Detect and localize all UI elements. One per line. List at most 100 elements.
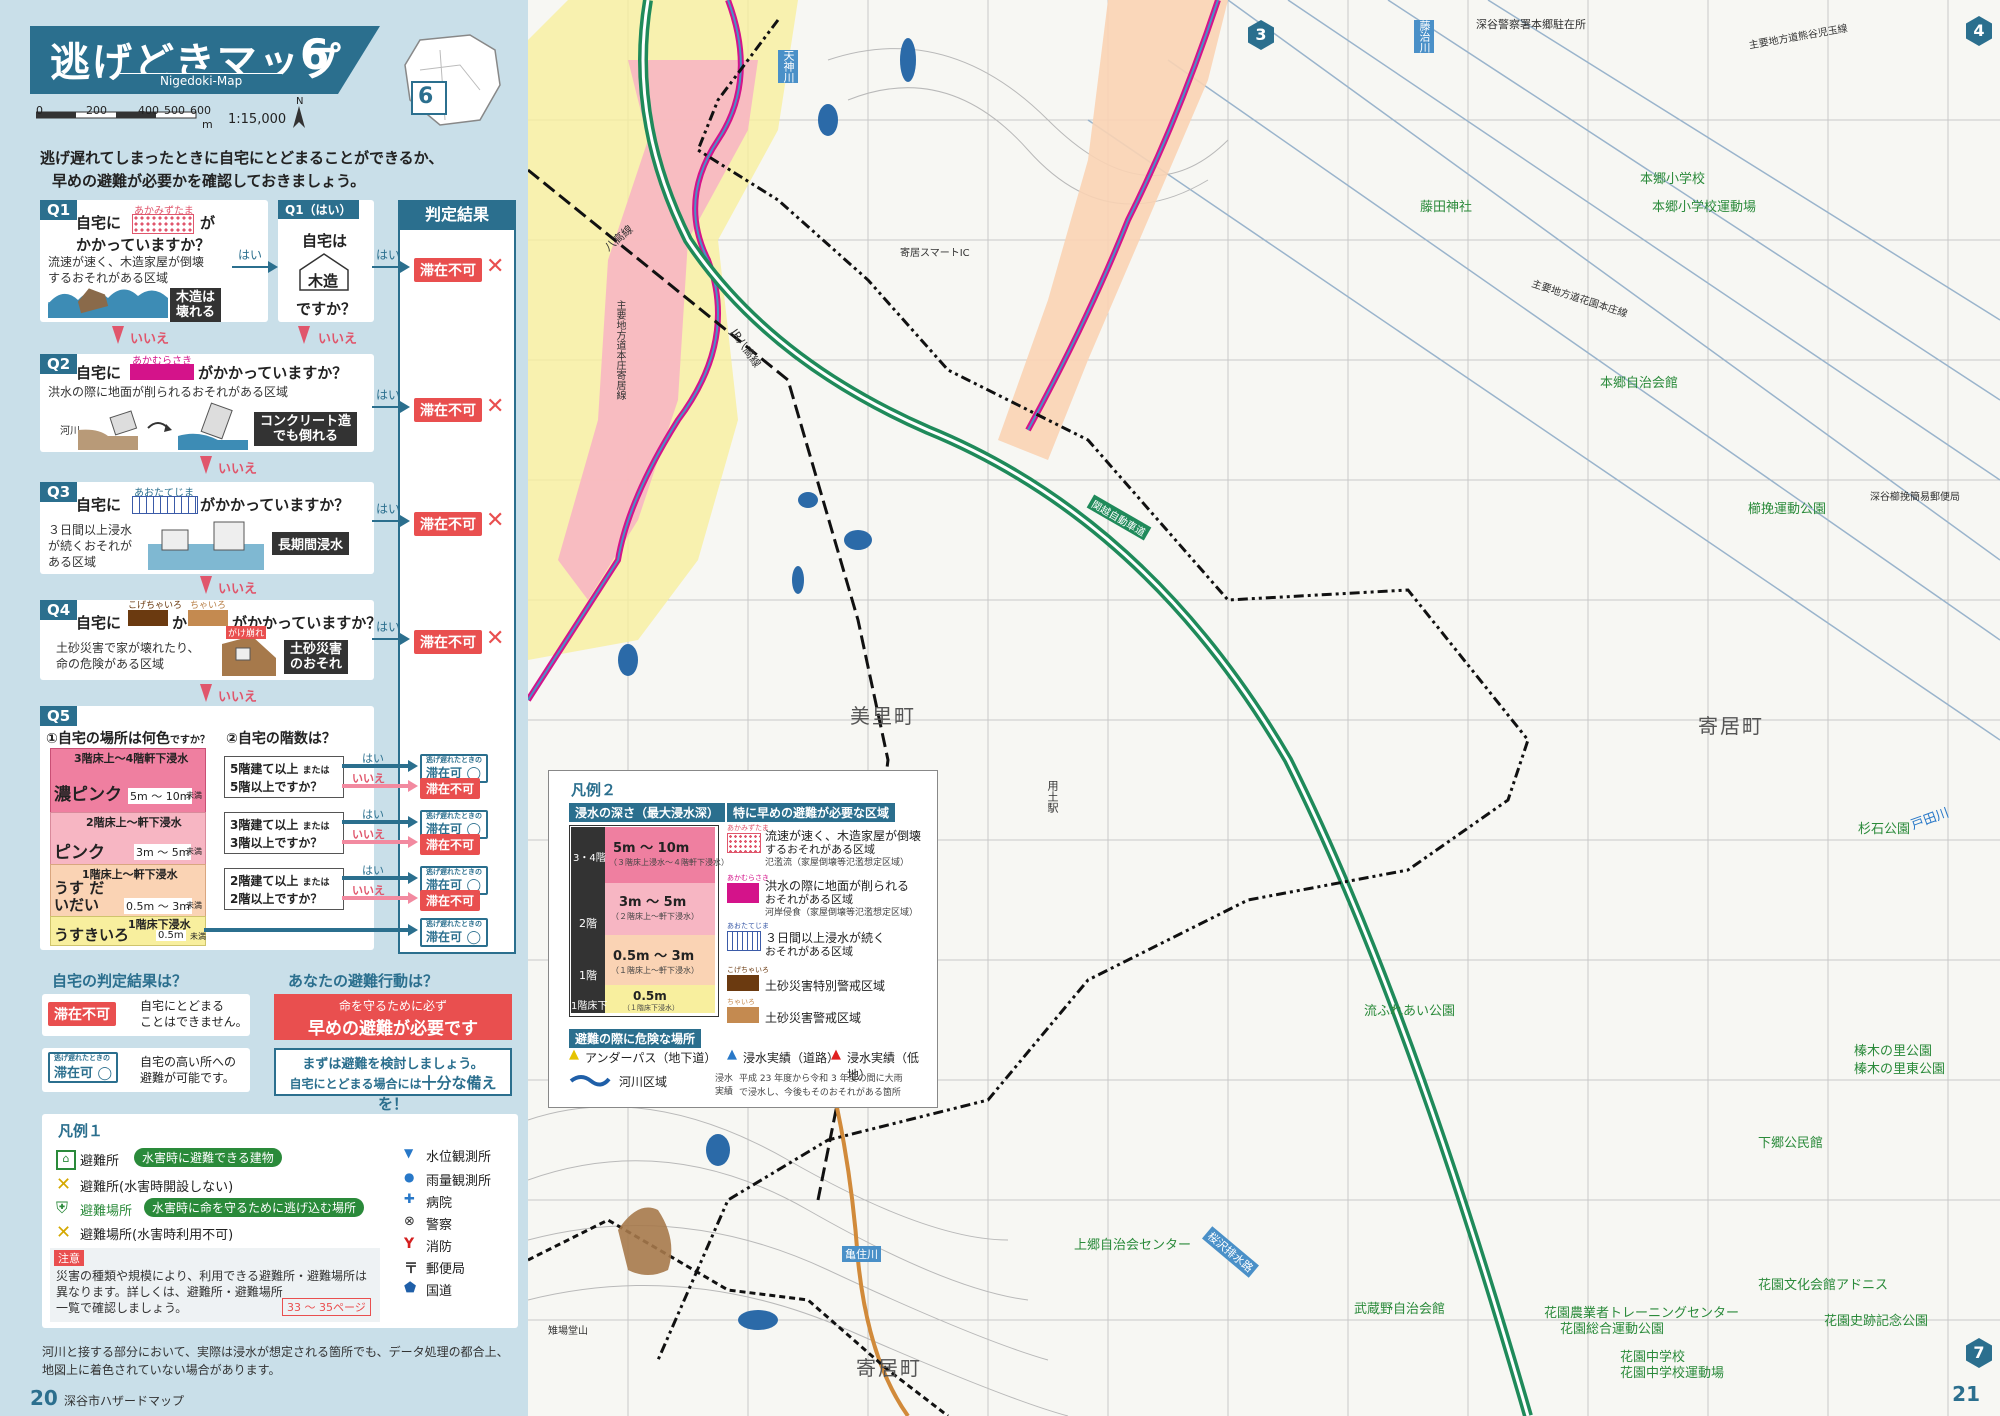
q5-sub-2: ②自宅の階数は？ xyxy=(226,731,336,747)
map-label: 寄居スマートIC xyxy=(900,248,970,259)
legend2-record-head: 浸水実績 xyxy=(715,1074,734,1097)
legend2-zone-swatch-3 xyxy=(727,931,761,951)
flood-road-icon: ▲ xyxy=(727,1047,737,1062)
flood-wave-illustration xyxy=(48,288,168,318)
evac-site-closed-icon: ✕ xyxy=(56,1222,72,1243)
town-name: 寄居町 xyxy=(1698,714,1764,738)
legend2-underpass: アンダーパス（地下道） xyxy=(585,1051,717,1065)
legend1-item-3: 避難場所 xyxy=(80,1204,133,1219)
fire-station-icon: Y xyxy=(404,1236,415,1252)
result-safe-2-top: 逃げ遅れたときの xyxy=(426,812,482,820)
legend2-floor-2: 2階 xyxy=(579,917,597,930)
q4-swatch-1 xyxy=(128,610,168,626)
town-boundary-south xyxy=(528,1218,949,1416)
q5-row-2-depth: 3m ～ 5m xyxy=(134,844,192,860)
legend2-note-3: （１階床上～軒下浸水） xyxy=(611,966,699,975)
river-zone-icon xyxy=(569,1075,611,1087)
q4-swatch-2 xyxy=(188,610,228,626)
legend2-note-4: （１階床下浸水） xyxy=(623,1004,679,1012)
q5-row-4-depth: 0.5m xyxy=(156,930,186,941)
map-label: 藤田神社 xyxy=(1420,200,1473,215)
legend2-record-2: で浸水し、今後もそのおそれがある箇所 xyxy=(739,1088,901,1098)
judge-head-2: あなたの避難行動は？ xyxy=(288,972,439,990)
footnote-1: 河川と接する部分において、実際は浸水が想定される箇所でも、データ処理の都合上、 xyxy=(42,1345,509,1359)
intro-line-1: 逃げ遅れてしまったときに自宅にとどまることができるか、 xyxy=(40,149,444,167)
legend2-record-1: 平成 23 年度から令和 3 年度の間に大雨 xyxy=(739,1074,903,1084)
map-label: 武蔵野自治会館 xyxy=(1354,1302,1446,1317)
q4-desc-1: 土砂災害で家が壊れたり、 xyxy=(56,641,200,655)
scale-tick-200: 200 xyxy=(86,104,107,117)
q5-row-3-depth: 0.5m ～ 3m xyxy=(124,898,192,914)
q5-no-2: いいえ xyxy=(352,828,385,841)
flood-low-icon: ▲ xyxy=(831,1047,841,1062)
legend1-symbol-5: 消防 xyxy=(426,1240,453,1255)
map-label: 深谷警察署本郷駐在所 xyxy=(1476,18,1586,31)
q1-line2: かかっていますか？ xyxy=(76,236,211,254)
scale-bar xyxy=(36,111,197,119)
legend1-symbol-7: 国道 xyxy=(426,1284,453,1299)
q5-row-2-floor: 2階床上～軒下浸水 xyxy=(86,816,182,829)
judge-safe-desc: 自宅の高い所への 避難が可能です。 xyxy=(140,1054,236,1086)
map-label: 花園文化会館アドニス xyxy=(1758,1278,1889,1293)
q5-sub-1-main: ①自宅の場所は何色 xyxy=(46,731,170,747)
result-safe-3-top: 逃げ遅れたときの xyxy=(426,868,482,876)
q1-zone-swatch xyxy=(132,214,194,234)
q4-hazard-tag: がけ崩れ xyxy=(226,626,267,639)
legend2-flood-road: 浸水実績（道路） xyxy=(743,1051,840,1065)
town-name: 美里町 xyxy=(850,704,916,728)
legend2-range-4: 0.5m xyxy=(633,989,667,1003)
map-label: 主要地方道本庄寄居線 xyxy=(614,300,625,400)
result-unsafe-q3: 滞在不可 xyxy=(414,512,482,536)
q3-no-arrow xyxy=(200,576,212,594)
legend2-head-depth: 浸水の深さ（最大浸水深） xyxy=(569,803,726,822)
q1-badge-2: 壊れる xyxy=(176,305,216,320)
q2-zone-swatch xyxy=(130,364,194,380)
map-label: 榛木の里公園 xyxy=(1854,1044,1933,1059)
q4-yes-arrow xyxy=(372,633,410,645)
q3-desc-2: が続くおそれが xyxy=(48,539,133,553)
index-map-number: 6 xyxy=(418,84,434,109)
judge-safe-desc-1: 自宅の高い所への xyxy=(140,1055,237,1069)
q2-desc: 洪水の際に地面が削られるおそれがある区域 xyxy=(48,385,289,399)
result-header: 判定結果 xyxy=(400,200,514,230)
q2-badge-1: コンクリート造 xyxy=(260,414,352,429)
q3-desc-1: ３日間以上浸水 xyxy=(48,523,133,537)
judge-unsafe-desc-2: ことはできません。 xyxy=(140,1015,248,1029)
result-unsafe-q2: 滞在不可 xyxy=(414,398,482,422)
q4-pre: 自宅に xyxy=(76,614,122,632)
judge-action-blue: まずは避難を検討しましょう。 自宅にとどまる場合には十分な備えを！ xyxy=(274,1048,512,1113)
q4-no-label: いいえ xyxy=(218,690,258,705)
legend2-note-1: （３階床上浸水～４階軒下浸水） xyxy=(609,858,729,867)
q5-row-1-name: 濃ピンク xyxy=(54,785,122,805)
page-number-right: 21 xyxy=(1952,1382,1980,1406)
legend2-note-2: （２階床上～軒下浸水） xyxy=(611,912,699,921)
q1-post: が xyxy=(200,214,216,232)
q4-no-arrow xyxy=(200,684,212,702)
q1b-line1: 自宅は xyxy=(302,232,348,250)
q5-sub-1-tail: ですか？ xyxy=(169,735,210,746)
q5-no-3: いいえ xyxy=(352,884,385,897)
result-unsafe-q5-3: 滞在不可 xyxy=(420,890,481,911)
q5-row-1-unit: 未満 xyxy=(186,791,202,800)
q4-tag: Q4 xyxy=(40,600,78,620)
legend1-title: 凡例１ xyxy=(58,1122,104,1140)
map-canvas xyxy=(528,0,2000,1416)
judge-unsafe-badge: 滞在不可 xyxy=(48,1002,116,1026)
q4-badge-1: 土砂災害 xyxy=(290,642,343,657)
result-safe-1-top: 逃げ遅れたときの xyxy=(426,756,482,764)
q3-post: がかかっていますか？ xyxy=(200,496,350,514)
landslide-zone xyxy=(618,1207,672,1275)
legend1-note-3: 一覧で確認しましょう。 xyxy=(56,1301,188,1315)
hazard-map[interactable]: 3 4 7 深谷警察署本郷駐在所 主要地方道熊谷児玉線 本郷小学校 藤田神社 本… xyxy=(528,0,2000,1416)
judge-safe-label: 滞在可 xyxy=(54,1066,94,1081)
q1b-no-label: いいえ xyxy=(318,332,358,347)
scale-tick-500: 500 xyxy=(164,104,185,117)
legend2-floor-3: 1階 xyxy=(579,969,597,982)
q2-badge-2: でも倒れる xyxy=(273,429,339,444)
map-label: 深谷櫛挽簡易郵便局 xyxy=(1870,492,1960,503)
town-name: 寄居町 xyxy=(856,1356,922,1380)
legend2-zone-swatch-5 xyxy=(727,1007,759,1023)
q4-badge: 土砂災害 のおそれ xyxy=(284,640,349,674)
q5-yes-2: はい xyxy=(362,808,384,821)
q5-row-4-name: うすきいろ xyxy=(54,926,130,944)
